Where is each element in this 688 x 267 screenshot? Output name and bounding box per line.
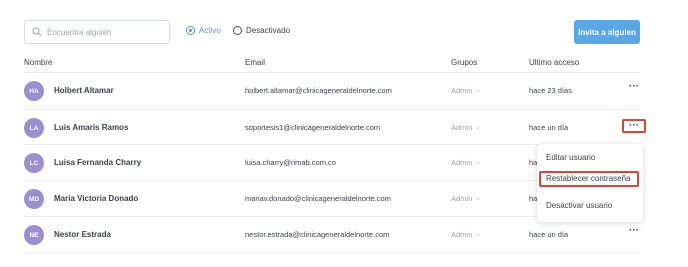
user-name: Luis Amaris Ramos [54, 123, 129, 132]
divider [24, 252, 640, 253]
avatar: MD [24, 189, 44, 209]
avatar: LC [24, 153, 44, 173]
chevron-down-icon[interactable]: ⌄ [475, 158, 481, 166]
table-row: HA Holbert Altamar holbert.altamar@clini… [0, 73, 688, 109]
menu-item-deactivate-user[interactable]: Desactivar usuario [537, 198, 643, 214]
filter-active-radio[interactable]: Activo [186, 26, 221, 35]
radio-selected-icon [186, 26, 195, 35]
group-select[interactable]: Admin [451, 194, 472, 203]
header-last-access: Ultimo acceso [529, 58, 580, 67]
user-name: Holbert Altamar [54, 86, 114, 95]
chevron-down-icon[interactable]: ⌄ [475, 86, 481, 94]
avatar: HA [24, 81, 44, 101]
user-email: mariav.donado@clinicageneraldelnorte.com [245, 194, 391, 203]
search-icon [32, 27, 42, 37]
chevron-down-icon[interactable]: ⌄ [475, 230, 481, 238]
filter-active-label: Activo [199, 26, 221, 35]
group-select[interactable]: Admin [451, 86, 472, 95]
header-groups: Grupos [451, 58, 478, 67]
menu-item-reset-password[interactable]: Restablecer contraseña [539, 171, 639, 187]
user-email: holbert.altamar@clinicageneraldelnorte.c… [245, 86, 392, 95]
table-header: Nombre Email Grupos Ultimo acceso [0, 56, 688, 72]
user-name: Luisa Fernanda Charry [54, 158, 142, 167]
group-select[interactable]: Admin [451, 123, 472, 132]
group-select[interactable]: Admin [451, 230, 472, 239]
user-email: soportesis1@clinicageneraldelnorte.com [245, 123, 381, 132]
header-email: Email [245, 58, 266, 67]
row-actions-menu: Editar usuario Restablecer contraseña De… [537, 144, 643, 222]
chevron-down-icon[interactable]: ⌄ [475, 194, 481, 202]
header-name: Nombre [24, 58, 53, 67]
table-row: LA Luis Amaris Ramos soportesis1@clinica… [0, 110, 688, 146]
last-access: hace un día [529, 230, 569, 239]
user-email: nestor.estrada@clinicageneraldelnorte.co… [245, 230, 390, 239]
table-row: NE Nestor Estrada nestor.estrada@clinica… [0, 217, 688, 253]
search-input[interactable] [47, 27, 165, 37]
filter-inactive-radio[interactable]: Desactivado [233, 26, 290, 35]
avatar: LA [24, 118, 44, 138]
search-box[interactable] [24, 20, 170, 44]
user-name: Nestor Estrada [54, 230, 111, 239]
user-email: luisa.charry@rimab.com.co [245, 158, 336, 167]
chevron-down-icon[interactable]: ⌄ [475, 123, 481, 131]
invite-button[interactable]: Invita a alguien [574, 20, 640, 44]
toolbar: Activo Desactivado Invita a alguien [24, 20, 640, 44]
last-access: hace un día [529, 123, 569, 132]
group-select[interactable]: Admin [451, 158, 472, 167]
more-options-icon[interactable]: ··· [622, 119, 646, 133]
menu-item-edit-user[interactable]: Editar usuario [537, 150, 643, 166]
last-access: hace 23 días [529, 86, 572, 95]
more-options-icon[interactable]: ··· [622, 226, 646, 240]
more-options-icon[interactable]: ··· [622, 82, 646, 96]
filter-inactive-label: Desactivado [246, 26, 291, 35]
user-name: Maria Victoria Donado [54, 194, 139, 203]
radio-unselected-icon [233, 26, 242, 35]
avatar: NE [24, 225, 44, 245]
